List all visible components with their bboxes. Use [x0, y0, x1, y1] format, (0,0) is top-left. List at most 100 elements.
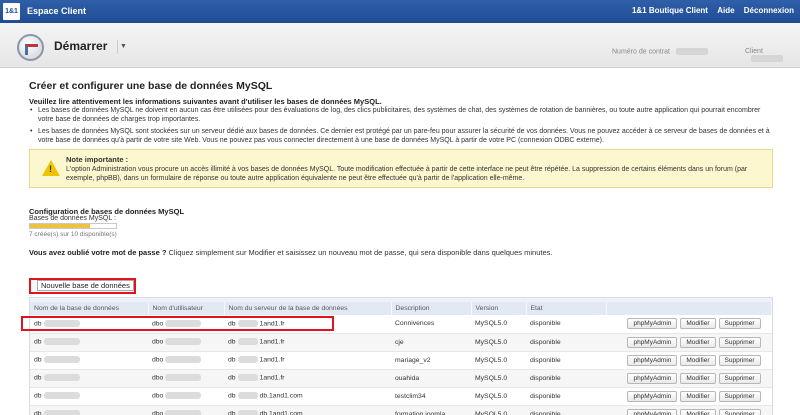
cell-version: MySQL5.0: [471, 369, 526, 388]
phpmyadmin-button[interactable]: phpMyAdmin: [627, 372, 678, 384]
main-content: Créer et configurer une base de données …: [19, 70, 781, 415]
cell-db-name[interactable]: db: [30, 369, 148, 388]
cell-server[interactable]: db 1and1.fr: [224, 351, 391, 370]
phpmyadmin-button[interactable]: phpMyAdmin: [627, 336, 678, 348]
cell-actions: phpMyAdmin Modifier Supprimer: [606, 333, 772, 352]
cell-state: disponible: [526, 369, 606, 388]
chevron-down-icon[interactable]: ▼: [117, 40, 129, 54]
masked-value: [165, 356, 202, 364]
delete-button[interactable]: Supprimer: [718, 408, 761, 415]
client-id: Client: [745, 48, 800, 62]
cell-username[interactable]: dbo: [148, 405, 224, 415]
new-database-button[interactable]: Nouvelle base de données: [29, 278, 136, 294]
delete-button[interactable]: Supprimer: [718, 354, 761, 366]
table-row[interactable]: db dbo db 1and1.fr ouahida MySQL5.0 disponible…: [30, 369, 772, 388]
cell-db-name[interactable]: db: [30, 387, 148, 406]
masked-value: [237, 356, 258, 364]
warning-lead: Veuillez lire attentivement les informat…: [29, 97, 382, 106]
col-header-version[interactable]: Version: [471, 302, 527, 315]
masked-value: [43, 374, 80, 382]
top-links: 1&1 Boutique Client Aide Déconnexion: [625, 6, 794, 15]
delete-button[interactable]: Supprimer: [718, 318, 761, 330]
cell-server[interactable]: db 1and1.fr: [224, 333, 391, 352]
modify-button[interactable]: Modifier: [680, 336, 716, 348]
masked-value: [43, 392, 80, 400]
cell-state: disponible: [526, 387, 606, 406]
modify-button[interactable]: Modifier: [680, 318, 716, 330]
page-title: Créer et configurer une base de données …: [29, 80, 273, 92]
dashboard-icon[interactable]: [17, 34, 44, 61]
cell-state: disponible: [526, 351, 606, 370]
cell-version: MySQL5.0: [471, 351, 526, 370]
contract-number: Numéro de contrat: [612, 48, 708, 55]
masked-value: [237, 410, 258, 415]
masked-value: [43, 356, 80, 364]
cell-username[interactable]: dbo: [148, 333, 224, 352]
config-label: Bases de données MySQL :: [29, 215, 116, 222]
col-header-server[interactable]: Nom du serveur de la base de données: [224, 302, 392, 315]
cell-db-name[interactable]: db: [30, 351, 148, 370]
col-header-username[interactable]: Nom d'utilisateur: [148, 302, 225, 315]
cell-description: mariage_v2: [391, 351, 471, 370]
cell-version: MySQL5.0: [471, 405, 526, 415]
masked-value: [237, 392, 258, 400]
cell-server[interactable]: db db.1and1.com: [224, 387, 391, 406]
modify-button[interactable]: Modifier: [680, 372, 716, 384]
col-header-description[interactable]: Description: [391, 302, 472, 315]
cell-actions: phpMyAdmin Modifier Supprimer: [606, 369, 772, 388]
cell-db-name[interactable]: db: [30, 405, 148, 415]
table-row[interactable]: db dbo db 1and1.fr mariage_v2 MySQL5.0 disponi…: [30, 351, 772, 370]
delete-button[interactable]: Supprimer: [718, 336, 761, 348]
phpmyadmin-button[interactable]: phpMyAdmin: [627, 354, 678, 366]
cell-version: MySQL5.0: [471, 315, 526, 334]
info-list: Les bases de données MySQL ne doivent en…: [29, 107, 774, 149]
masked-value: [237, 338, 258, 346]
top-bar: 1&1 Espace Client 1&1 Boutique Client Ai…: [0, 0, 800, 23]
phpmyadmin-button[interactable]: phpMyAdmin: [627, 408, 678, 415]
col-header-state[interactable]: Etat: [526, 302, 607, 315]
link-aide[interactable]: Aide: [717, 6, 734, 15]
cell-actions: phpMyAdmin Modifier Supprimer: [606, 405, 772, 415]
cell-username[interactable]: dbo: [148, 387, 224, 406]
cell-description: ouahida: [391, 369, 471, 388]
delete-button[interactable]: Supprimer: [718, 390, 761, 402]
brand-logo[interactable]: 1&1: [3, 3, 20, 20]
info-bullet: Les bases de données MySQL sont stockées…: [29, 128, 774, 145]
cell-db-name[interactable]: db: [30, 333, 148, 352]
cell-actions: phpMyAdmin Modifier Supprimer: [606, 315, 772, 334]
phpmyadmin-button[interactable]: phpMyAdmin: [627, 318, 678, 330]
cell-description: testclim34: [391, 387, 471, 406]
note-text: L'option Administration vous procure un …: [66, 166, 748, 182]
cell-description: formation joomla: [391, 405, 471, 415]
table-row[interactable]: db dbo db db.1and1.com testclim34 MySQL5.0 dis…: [30, 387, 772, 406]
important-note: ! Note importante : L'option Administrat…: [29, 149, 773, 188]
start-button[interactable]: Démarrer: [48, 39, 117, 57]
masked-value: [165, 374, 202, 382]
cell-username[interactable]: dbo: [148, 369, 224, 388]
modify-button[interactable]: Modifier: [680, 390, 716, 402]
table-row[interactable]: db dbo db db.1and1.com formation joomla MySQL…: [30, 405, 772, 415]
info-bullet: Les bases de données MySQL ne doivent en…: [29, 107, 774, 124]
selected-row-outline: [21, 316, 334, 331]
col-header-actions: [606, 302, 772, 315]
cell-server[interactable]: db db.1and1.com: [224, 405, 391, 415]
usage-count: 7 créée(s) sur 10 disponible(s): [29, 231, 117, 238]
table-row[interactable]: db dbo db 1and1.fr cje MySQL5.0 disponible phpM…: [30, 333, 772, 352]
col-header-db-name[interactable]: Nom de la base de données: [30, 302, 149, 315]
app-title[interactable]: Espace Client: [27, 6, 86, 16]
cell-state: disponible: [526, 405, 606, 415]
masked-value: [237, 374, 258, 382]
cell-version: MySQL5.0: [471, 387, 526, 406]
cell-actions: phpMyAdmin Modifier Supprimer: [606, 387, 772, 406]
phpmyadmin-button[interactable]: phpMyAdmin: [627, 390, 678, 402]
cell-state: disponible: [526, 333, 606, 352]
cell-actions: phpMyAdmin Modifier Supprimer: [606, 351, 772, 370]
modify-button[interactable]: Modifier: [680, 354, 716, 366]
cell-description: Connivences: [391, 315, 471, 334]
link-boutique[interactable]: 1&1 Boutique Client: [632, 6, 708, 15]
modify-button[interactable]: Modifier: [680, 408, 716, 415]
delete-button[interactable]: Supprimer: [718, 372, 761, 384]
cell-server[interactable]: db 1and1.fr: [224, 369, 391, 388]
cell-username[interactable]: dbo: [148, 351, 224, 370]
link-deconnexion[interactable]: Déconnexion: [744, 6, 794, 15]
